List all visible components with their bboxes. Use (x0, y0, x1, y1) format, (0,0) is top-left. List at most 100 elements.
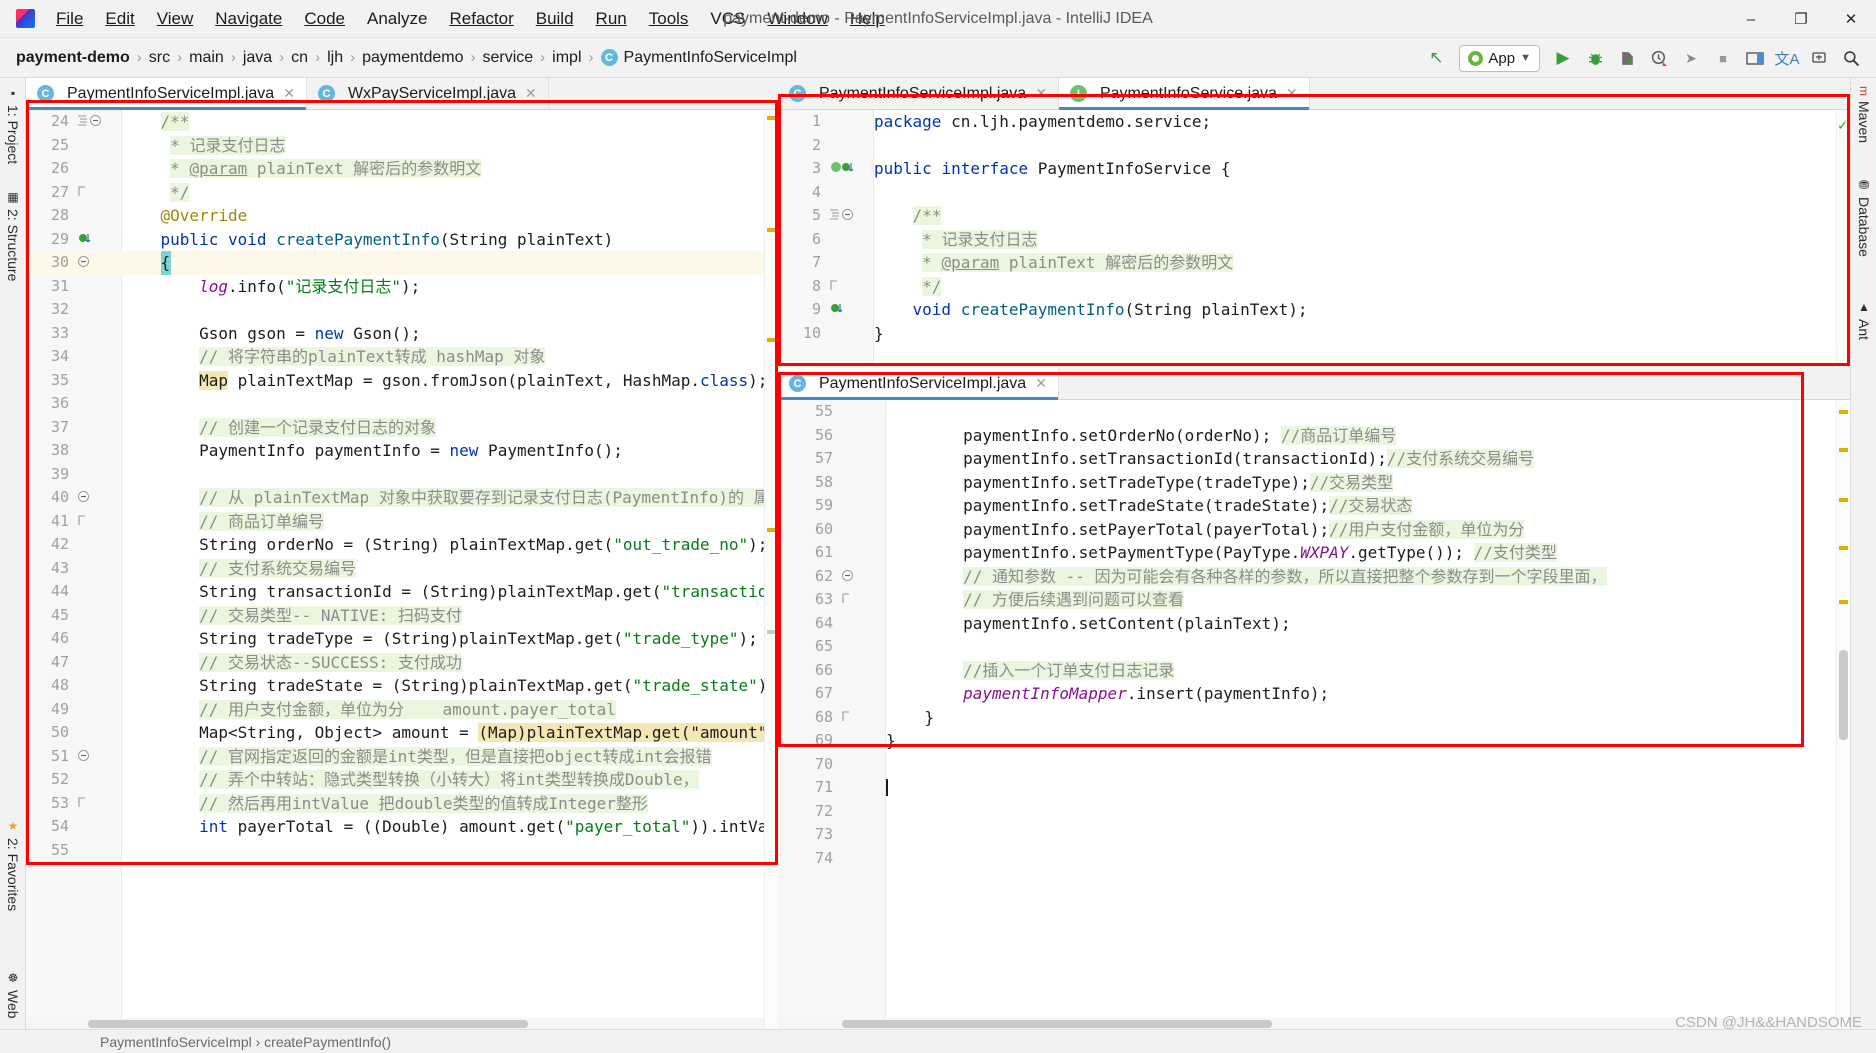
code-line[interactable]: 30 { (26, 251, 778, 275)
gutter-marker[interactable] (78, 510, 122, 534)
code-line[interactable]: 58 paymentInfo.setTradeType(tradeType);/… (778, 471, 1850, 495)
menu-item-tools[interactable]: Tools (638, 5, 700, 33)
code-text[interactable]: // 方便后续遇到问题可以查看 (886, 588, 1184, 612)
code-line[interactable]: 32 (26, 298, 778, 322)
code-text[interactable]: paymentInfo.setTradeType(tradeType);//交易… (886, 471, 1394, 495)
layout-icon[interactable] (1740, 43, 1770, 73)
sidebar-item-project[interactable]: ▪ 1: Project (0, 82, 26, 164)
code-text[interactable]: paymentInfo.setContent(plainText); (886, 612, 1291, 636)
code-text[interactable]: void createPaymentInfo(String plainText)… (874, 298, 1308, 322)
code-line[interactable]: 52 // 弄个中转站：隐式类型转换（小转大）将int类型转换成Double， (26, 768, 778, 792)
code-text[interactable]: */ (874, 275, 942, 299)
gutter-marker[interactable] (842, 706, 886, 730)
code-line[interactable]: 5 /** (778, 204, 1850, 228)
menu-item-edit[interactable]: Edit (94, 5, 145, 33)
tab-payment-info-service-impl-right[interactable]: C PaymentInfoServiceImpl.java ✕ (778, 78, 1059, 109)
code-line[interactable]: 69} (778, 729, 1850, 753)
coverage-icon[interactable] (1612, 43, 1642, 73)
search-icon[interactable] (1836, 43, 1866, 73)
code-text[interactable]: paymentInfo.setTransactionId(transaction… (886, 447, 1535, 471)
gutter-marker[interactable] (830, 298, 874, 322)
code-line[interactable]: 66 //插入一个订单支付日志记录 (778, 659, 1850, 683)
code-line[interactable]: 72 (778, 800, 1850, 824)
code-text[interactable]: paymentInfo.setTradeState(tradeState);//… (886, 494, 1413, 518)
code-line[interactable]: 3 public interface PaymentInfoService { (778, 157, 1850, 181)
menu-item-navigate[interactable]: Navigate (204, 5, 293, 33)
code-text[interactable]: paymentInfoMapper.insert(paymentInfo); (886, 682, 1329, 706)
tab-payment-info-service-impl[interactable]: C PaymentInfoServiceImpl.java ✕ (26, 78, 307, 110)
code-text[interactable]: * 记录支付日志 (122, 134, 286, 158)
menu-item-file[interactable]: File (45, 5, 94, 33)
code-line[interactable]: 35 Map plainTextMap = gson.fromJson(plai… (26, 369, 778, 393)
breadcrumb-item-class[interactable]: C PaymentInfoServiceImpl (600, 49, 797, 67)
code-text[interactable]: */ (122, 181, 190, 205)
code-line[interactable]: 64 paymentInfo.setContent(plainText); (778, 612, 1850, 636)
code-text[interactable]: paymentInfo.setPaymentType(PayType.WXPAY… (886, 541, 1557, 565)
close-icon[interactable]: ✕ (1286, 85, 1298, 102)
code-line[interactable]: 44 String transactionId = (String)plainT… (26, 580, 778, 604)
inspection-ok-icon[interactable]: ✓ (1838, 116, 1847, 134)
left-editor-tabstrip[interactable]: C PaymentInfoServiceImpl.java ✕ C WxPayS… (26, 78, 778, 110)
code-text[interactable]: // 商品订单编号 (122, 510, 324, 534)
sidebar-item-structure[interactable]: ▦ 2: Structure (0, 186, 26, 281)
right-top-code-editor[interactable]: 1 package cn.ljh.paymentdemo.service; 2 3 pu… (778, 110, 1850, 366)
gutter-marker[interactable] (830, 157, 874, 181)
left-code-lines[interactable]: 24 /** 25 * 记录支付日志 26 * @param plainText 解… (26, 110, 778, 862)
menu-item-run[interactable]: Run (585, 5, 638, 33)
code-text[interactable]: // 官网指定返回的金额是int类型，但是直接把object转成int会报错 (122, 745, 712, 769)
code-text[interactable]: } (886, 706, 935, 730)
debug-icon[interactable] (1580, 43, 1610, 73)
close-icon[interactable]: ✕ (1035, 375, 1047, 392)
code-text[interactable]: public void createPaymentInfo(String pla… (122, 228, 614, 252)
code-text[interactable]: //插入一个订单支付日志记录 (886, 659, 1175, 683)
menu-item-refactor[interactable]: Refactor (438, 5, 524, 33)
code-line[interactable]: 55 (778, 400, 1850, 424)
code-line[interactable]: 41 // 商品订单编号 (26, 510, 778, 534)
breadcrumb-item-service[interactable]: service (482, 49, 533, 67)
code-line[interactable]: 53 // 然后再用intValue 把double类型的值转成Integer整… (26, 792, 778, 816)
breadcrumb-item-ljh[interactable]: ljh (327, 49, 343, 67)
code-line[interactable]: 51 // 官网指定返回的金额是int类型，但是直接把object转成int会报… (26, 745, 778, 769)
tab-payment-info-service[interactable]: I PaymentInfoService.java ✕ (1058, 78, 1310, 110)
code-text[interactable]: // 支付系统交易编号 (122, 557, 356, 581)
breadcrumb-item-impl[interactable]: impl (552, 49, 581, 67)
gutter-marker[interactable] (78, 228, 122, 252)
maximize-button[interactable]: ❐ (1776, 0, 1826, 38)
close-icon[interactable]: ✕ (525, 85, 537, 102)
code-line[interactable]: 46 String tradeType = (String)plainTextM… (26, 627, 778, 651)
code-line[interactable]: 42 String orderNo = (String) plainTextMa… (26, 533, 778, 557)
code-line[interactable]: 70 (778, 753, 1850, 777)
translate-icon[interactable]: 文A (1772, 43, 1802, 73)
code-line[interactable]: 56 paymentInfo.setOrderNo(orderNo); //商品… (778, 424, 1850, 448)
code-text[interactable]: String transactionId = (String)plainText… (122, 580, 778, 604)
right-top-tabstrip[interactable]: C PaymentInfoServiceImpl.java ✕ I Paymen… (778, 78, 1850, 110)
run-configuration-selector[interactable]: App ▼ (1459, 44, 1540, 72)
code-line[interactable]: 29 public void createPaymentInfo(String … (26, 228, 778, 252)
code-text[interactable]: /** (874, 204, 942, 228)
window-controls[interactable]: – ❐ ✕ (1726, 0, 1876, 38)
chevron-down-icon[interactable]: ▼ (1520, 52, 1531, 64)
sidebar-item-web[interactable]: ☸ Web (0, 967, 26, 1019)
code-line[interactable]: 28 @Override (26, 204, 778, 228)
code-line[interactable]: 57 paymentInfo.setTransactionId(transact… (778, 447, 1850, 471)
breadcrumb-item-main[interactable]: main (189, 49, 224, 67)
updates-icon[interactable] (1804, 43, 1834, 73)
main-toolbar[interactable]: ↖ App ▼ ▶ ➤ ■ 文A (1421, 38, 1866, 78)
code-text[interactable]: // 弄个中转站：隐式类型转换（小转大）将int类型转换成Double， (122, 768, 699, 792)
code-line[interactable]: 36 (26, 392, 778, 416)
close-icon[interactable]: ✕ (1035, 85, 1047, 102)
gutter-marker[interactable] (78, 181, 122, 205)
code-text[interactable]: // 交易状态--SUCCESS: 支付成功 (122, 651, 462, 675)
code-text[interactable]: Map<String, Object> amount = (Map)plainT… (122, 721, 778, 745)
run-button[interactable]: ▶ (1548, 43, 1578, 73)
code-text[interactable]: Gson gson = new Gson(); (122, 322, 421, 346)
code-text[interactable]: String orderNo = (String) plainTextMap.g… (122, 533, 767, 557)
code-text[interactable]: // 交易类型-- NATIVE: 扫码支付 (122, 604, 462, 628)
gutter-marker[interactable] (842, 565, 886, 589)
gutter-marker[interactable] (78, 792, 122, 816)
code-text[interactable]: paymentInfo.setOrderNo(orderNo); //商品订单编… (886, 424, 1397, 448)
code-line[interactable]: 37 // 创建一个记录支付日志的对象 (26, 416, 778, 440)
code-line[interactable]: 48 String tradeState = (String)plainText… (26, 674, 778, 698)
right-top-code-lines[interactable]: 1 package cn.ljh.paymentdemo.service; 2 3 pu… (778, 110, 1850, 345)
code-line[interactable]: 55 (26, 839, 778, 863)
